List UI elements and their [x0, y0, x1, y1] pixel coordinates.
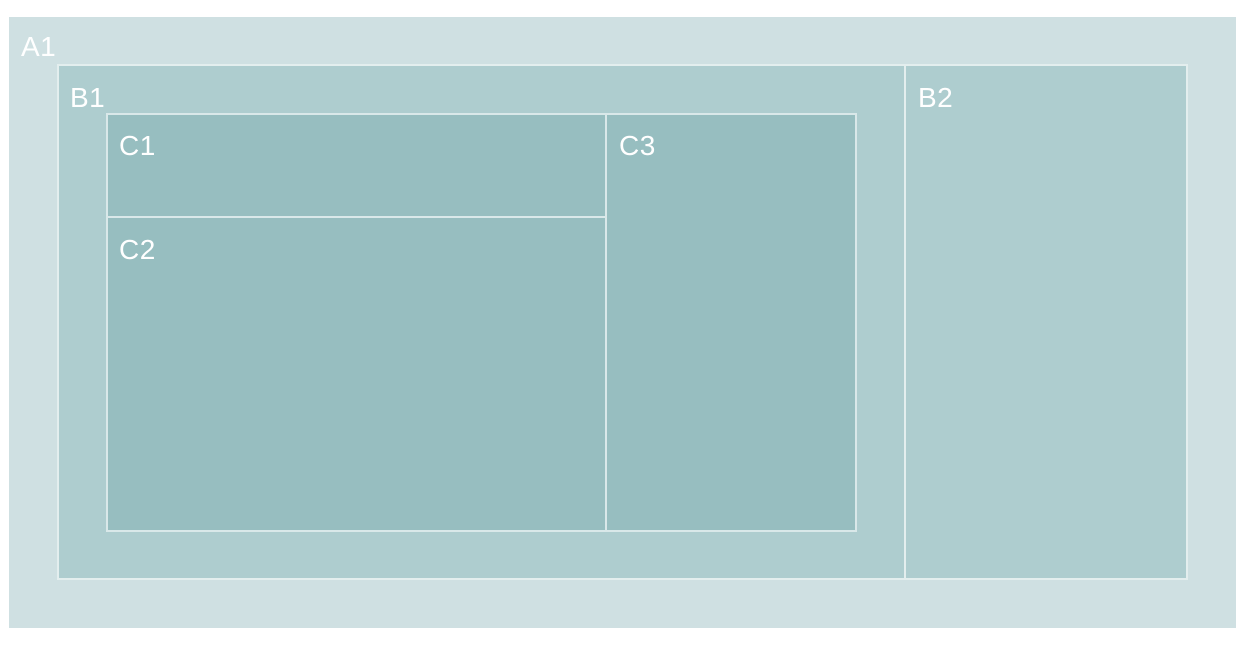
region-c2	[106, 216, 608, 532]
region-a1-label: A1	[21, 31, 57, 62]
region-c3	[605, 113, 857, 532]
region-b1-label: B1	[70, 82, 106, 113]
region-c3-label: C3	[619, 130, 656, 161]
region-c1-label: C1	[119, 130, 156, 161]
region-c2-label: C2	[119, 234, 156, 265]
region-b2-label: B2	[918, 82, 954, 113]
region-b2	[904, 64, 1188, 580]
region-c1	[106, 113, 608, 219]
